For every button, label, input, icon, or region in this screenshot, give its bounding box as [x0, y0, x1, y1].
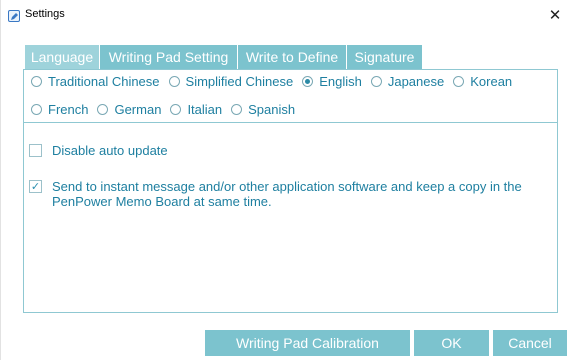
radio-circle — [31, 104, 42, 115]
close-icon[interactable]: ✕ — [545, 5, 565, 25]
pen-app-icon — [8, 10, 20, 22]
radio-simplified-chinese[interactable]: Simplified Chinese — [168, 71, 294, 90]
tab-signature[interactable]: Signature — [346, 45, 422, 69]
radio-italian[interactable]: Italian — [170, 99, 222, 118]
tab-write-to-define[interactable]: Write to Define — [237, 45, 346, 69]
tab-language[interactable]: Language — [25, 45, 99, 69]
radio-label: Spanish — [248, 102, 296, 117]
disable-auto-update-checkbox[interactable] — [29, 144, 42, 157]
send-to-im-label: Send to instant message and/or other app… — [52, 179, 542, 209]
disable-auto-update-label: Disable auto update — [52, 143, 168, 158]
radio-spanish[interactable]: Spanish — [231, 99, 295, 118]
radio-circle — [453, 76, 465, 87]
radio-label: Simplified Chinese — [185, 74, 294, 89]
radio-label: Italian — [187, 102, 223, 117]
checkmark-icon: ✓ — [30, 180, 41, 193]
window-title: Settings — [25, 8, 65, 20]
settings-dialog: Settings ✕ Language Writing Pad Setting … — [0, 0, 570, 360]
cancel-button[interactable]: Cancel — [493, 330, 567, 356]
radio-label: French — [48, 102, 89, 117]
ok-button[interactable]: OK — [414, 330, 489, 356]
radio-french[interactable]: French — [31, 99, 88, 118]
radio-label: Japanese — [387, 74, 445, 89]
title-bar[interactable]: Settings ✕ — [1, 0, 570, 34]
writing-pad-calibration-button[interactable]: Writing Pad Calibration — [205, 330, 410, 356]
radio-circle — [170, 104, 182, 115]
radio-english[interactable]: English — [302, 71, 362, 90]
radio-circle — [370, 76, 382, 87]
send-to-im-checkbox[interactable]: ✓ — [29, 180, 42, 193]
section-divider — [24, 122, 557, 123]
radio-circle — [97, 104, 109, 115]
send-to-im-label-line-1: Send to instant message and/or other app… — [52, 179, 522, 194]
radio-circle — [168, 76, 180, 87]
radio-korean[interactable]: Korean — [453, 71, 512, 90]
settings-panel: Traditional Chinese Simplified Chinese Eng… — [23, 69, 558, 313]
radio-traditional-chinese[interactable]: Traditional Chinese — [31, 71, 160, 90]
language-radio-row-1: Traditional Chinese Simplified Chinese Eng… — [31, 71, 521, 89]
radio-label: English — [319, 74, 362, 89]
radio-german[interactable]: German — [97, 99, 161, 118]
radio-label: Traditional Chinese — [48, 74, 160, 89]
tab-writing-pad-setting[interactable]: Writing Pad Setting — [99, 45, 237, 69]
radio-circle-selected — [302, 76, 314, 87]
language-radio-row-2: French German Italian Spanish — [31, 99, 304, 117]
radio-label: Korean — [470, 74, 513, 89]
radio-label: German — [114, 102, 162, 117]
radio-japanese[interactable]: Japanese — [370, 71, 445, 90]
radio-circle — [31, 76, 42, 87]
send-to-im-label-line-2: PenPower Memo Board at same time. — [52, 194, 272, 209]
radio-circle — [231, 104, 243, 115]
